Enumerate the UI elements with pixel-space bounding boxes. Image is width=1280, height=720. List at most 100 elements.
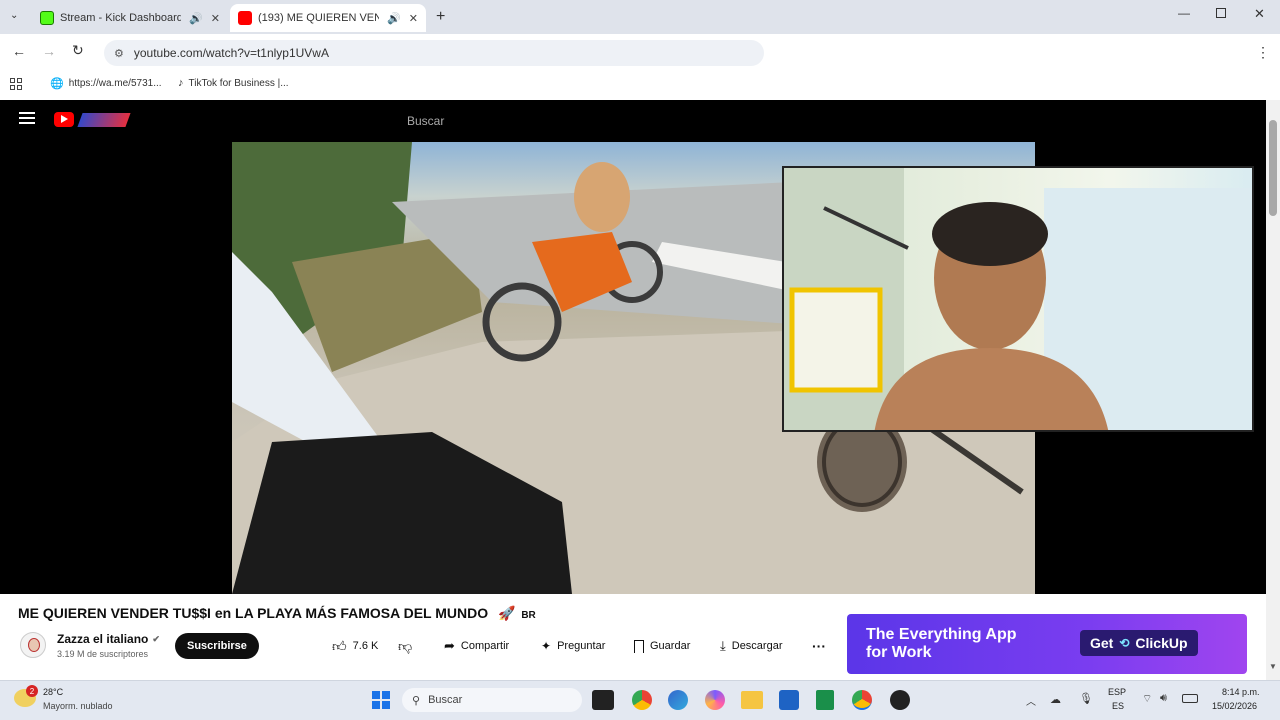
subscriber-count: 3.19 M de suscriptores (57, 649, 149, 659)
dislike-button[interactable]: 👎︎ (398, 633, 412, 659)
battery-icon[interactable] (1182, 694, 1198, 703)
bookmark-tiktok[interactable]: ♪ TikTok for Business |... (178, 77, 289, 89)
tray-chevron-icon[interactable]: ︿ (1026, 693, 1036, 708)
clickup-ad-banner[interactable]: The Everything App for Work Get ⟲ ClickU… (847, 614, 1247, 674)
ad-headline: The Everything App for Work (866, 626, 1017, 662)
chrome-active-icon[interactable] (852, 690, 872, 710)
youtube-favicon-icon (238, 11, 252, 25)
minimize-window-icon[interactable]: — (1178, 6, 1190, 20)
forward-icon[interactable]: → (42, 43, 56, 59)
close-window-icon[interactable]: ✕ (1254, 6, 1265, 22)
video-player[interactable] (0, 142, 1266, 594)
globe-icon: 🌐 (50, 78, 64, 90)
country-code-text: BR (521, 610, 536, 621)
sparkle-icon: ✦ (541, 639, 552, 653)
taskbar-search-label: Buscar (428, 694, 463, 706)
security-icon[interactable]: ☁ (1050, 693, 1061, 706)
download-button[interactable]: ⤓ Descargar (720, 633, 783, 659)
save-label: Guardar (650, 640, 691, 652)
save-button[interactable]: Guardar (634, 633, 690, 659)
scroll-down-arrow-icon[interactable]: ▼ (1269, 662, 1277, 671)
verified-badge-icon: ✔ (152, 633, 160, 644)
channel-avatar[interactable] (20, 632, 46, 658)
wifi-icon[interactable]: ⌔ (1142, 692, 1152, 706)
close-tab-icon[interactable]: ✕ (409, 12, 418, 25)
ask-button[interactable]: ✦ Preguntar (541, 633, 605, 659)
weather-temp: 28°C (43, 687, 64, 697)
tab-search-chevron-icon[interactable]: ⌄ (10, 10, 18, 21)
webcam-person-image (784, 168, 1252, 430)
youtube-logo-icon[interactable] (54, 112, 74, 127)
url-text: youtube.com/watch?v=t1nlyp1UVwA (133, 46, 329, 60)
bookmark-label: https://wa.me/5731... (68, 78, 162, 89)
bookmark-icon (634, 639, 644, 653)
page-scrollbar[interactable]: ▼ (1266, 100, 1280, 680)
search-input[interactable]: Buscar (407, 114, 444, 128)
speaker-icon[interactable]: 🔊 (189, 12, 203, 25)
thumbs-down-icon: 👎︎ (398, 637, 413, 654)
obs-icon[interactable] (890, 690, 910, 710)
more-actions-icon[interactable]: ··· (812, 633, 826, 659)
channel-name[interactable]: Zazza el italiano ✔ (57, 632, 160, 646)
edge-icon[interactable] (668, 690, 688, 710)
video-title-text: ME QUIEREN VENDER TU$$I en LA PLAYA MÁS … (18, 605, 489, 621)
file-explorer-icon[interactable] (741, 691, 763, 709)
microphone-icon[interactable]: 🎙︎ (1079, 692, 1093, 705)
youtube-header: Buscar (0, 100, 1266, 142)
speaker-icon[interactable]: 🔊 (387, 12, 401, 25)
notification-badge: 2 (26, 685, 38, 697)
clock-date[interactable]: 15/02/2026 (1212, 701, 1257, 711)
download-label: Descargar (731, 640, 783, 652)
share-label: Compartir (460, 640, 510, 652)
ask-label: Preguntar (557, 640, 606, 652)
video-title: ME QUIEREN VENDER TU$$I en LA PLAYA MÁS … (18, 605, 536, 622)
task-view-icon[interactable] (592, 690, 614, 710)
spreadsheet-icon[interactable] (816, 690, 834, 710)
download-icon: ⤓ (720, 638, 726, 653)
tab-title: (193) ME QUIEREN VENDE (258, 12, 380, 24)
thumbs-up-icon: 👍︎ (332, 637, 347, 654)
copilot-icon[interactable] (705, 690, 725, 710)
windows-taskbar: 2 28°C Mayorm. nublado ⚲ Buscar ︿ ☁ 🎙︎ E… (0, 680, 1280, 720)
site-info-icon[interactable]: ⚙ (114, 47, 124, 60)
kick-favicon-icon (40, 11, 54, 25)
ad-cta-button[interactable]: Get ⟲ ClickUp (1080, 630, 1198, 656)
address-bar[interactable]: ⚙ youtube.com/watch?v=t1nlyp1UVwA (104, 40, 764, 66)
hamburger-menu-icon[interactable] (19, 112, 35, 124)
windows-start-icon[interactable] (372, 691, 390, 709)
chrome-icon[interactable] (632, 690, 652, 710)
language-code[interactable]: ESP (1108, 687, 1126, 697)
new-tab-plus-icon[interactable]: + (436, 8, 445, 26)
webcam-overlay (782, 166, 1254, 432)
country-flag-logo-icon (77, 113, 131, 127)
store-icon[interactable] (779, 690, 799, 710)
channel-name-text: Zazza el italiano (57, 632, 149, 646)
keyboard-layout[interactable]: ES (1112, 701, 1124, 711)
rocket-emoji-icon: 🚀 (498, 605, 516, 621)
close-tab-icon[interactable]: ✕ (211, 12, 220, 25)
bookmark-label: TikTok for Business |... (188, 77, 289, 89)
maximize-window-icon[interactable] (1216, 8, 1226, 18)
ad-headline-line2: for Work (866, 644, 932, 661)
bookmark-whatsapp[interactable]: 🌐 https://wa.me/5731... (50, 77, 162, 90)
tab-youtube-video[interactable]: (193) ME QUIEREN VENDE 🔊 ✕ (230, 4, 426, 32)
tab-strip: ⌄ Stream - Kick Dashboard 🔊 ✕ (193) ME Q… (0, 0, 1280, 34)
apps-grid-icon[interactable] (10, 78, 22, 90)
tab-kick-dashboard[interactable]: Stream - Kick Dashboard 🔊 ✕ (32, 4, 228, 32)
scrollbar-thumb[interactable] (1269, 120, 1277, 216)
clock-time[interactable]: 8:14 p.m. (1222, 687, 1260, 697)
volume-icon[interactable]: 🔊︎ (1160, 692, 1167, 705)
clickup-logo-icon: ⟲ (1119, 636, 1130, 650)
tab-title: Stream - Kick Dashboard (60, 12, 182, 24)
browser-menu-icon[interactable]: ⋮ (1256, 44, 1270, 61)
search-icon: ⚲ (412, 694, 421, 707)
subscribe-button[interactable]: Suscribirse (175, 633, 259, 659)
reload-icon[interactable]: ↻ (72, 42, 84, 59)
bookmarks-bar: 🌐 https://wa.me/5731... ♪ TikTok for Bus… (0, 70, 1280, 100)
tiktok-icon: ♪ (178, 77, 184, 89)
back-icon[interactable]: ← (12, 43, 26, 59)
taskbar-search-box[interactable]: ⚲ Buscar (402, 688, 582, 712)
ad-cta-get: Get (1090, 635, 1114, 651)
share-button[interactable]: ➦ Compartir (444, 633, 509, 659)
like-button[interactable]: 👍︎ 7.6 K (332, 633, 378, 659)
